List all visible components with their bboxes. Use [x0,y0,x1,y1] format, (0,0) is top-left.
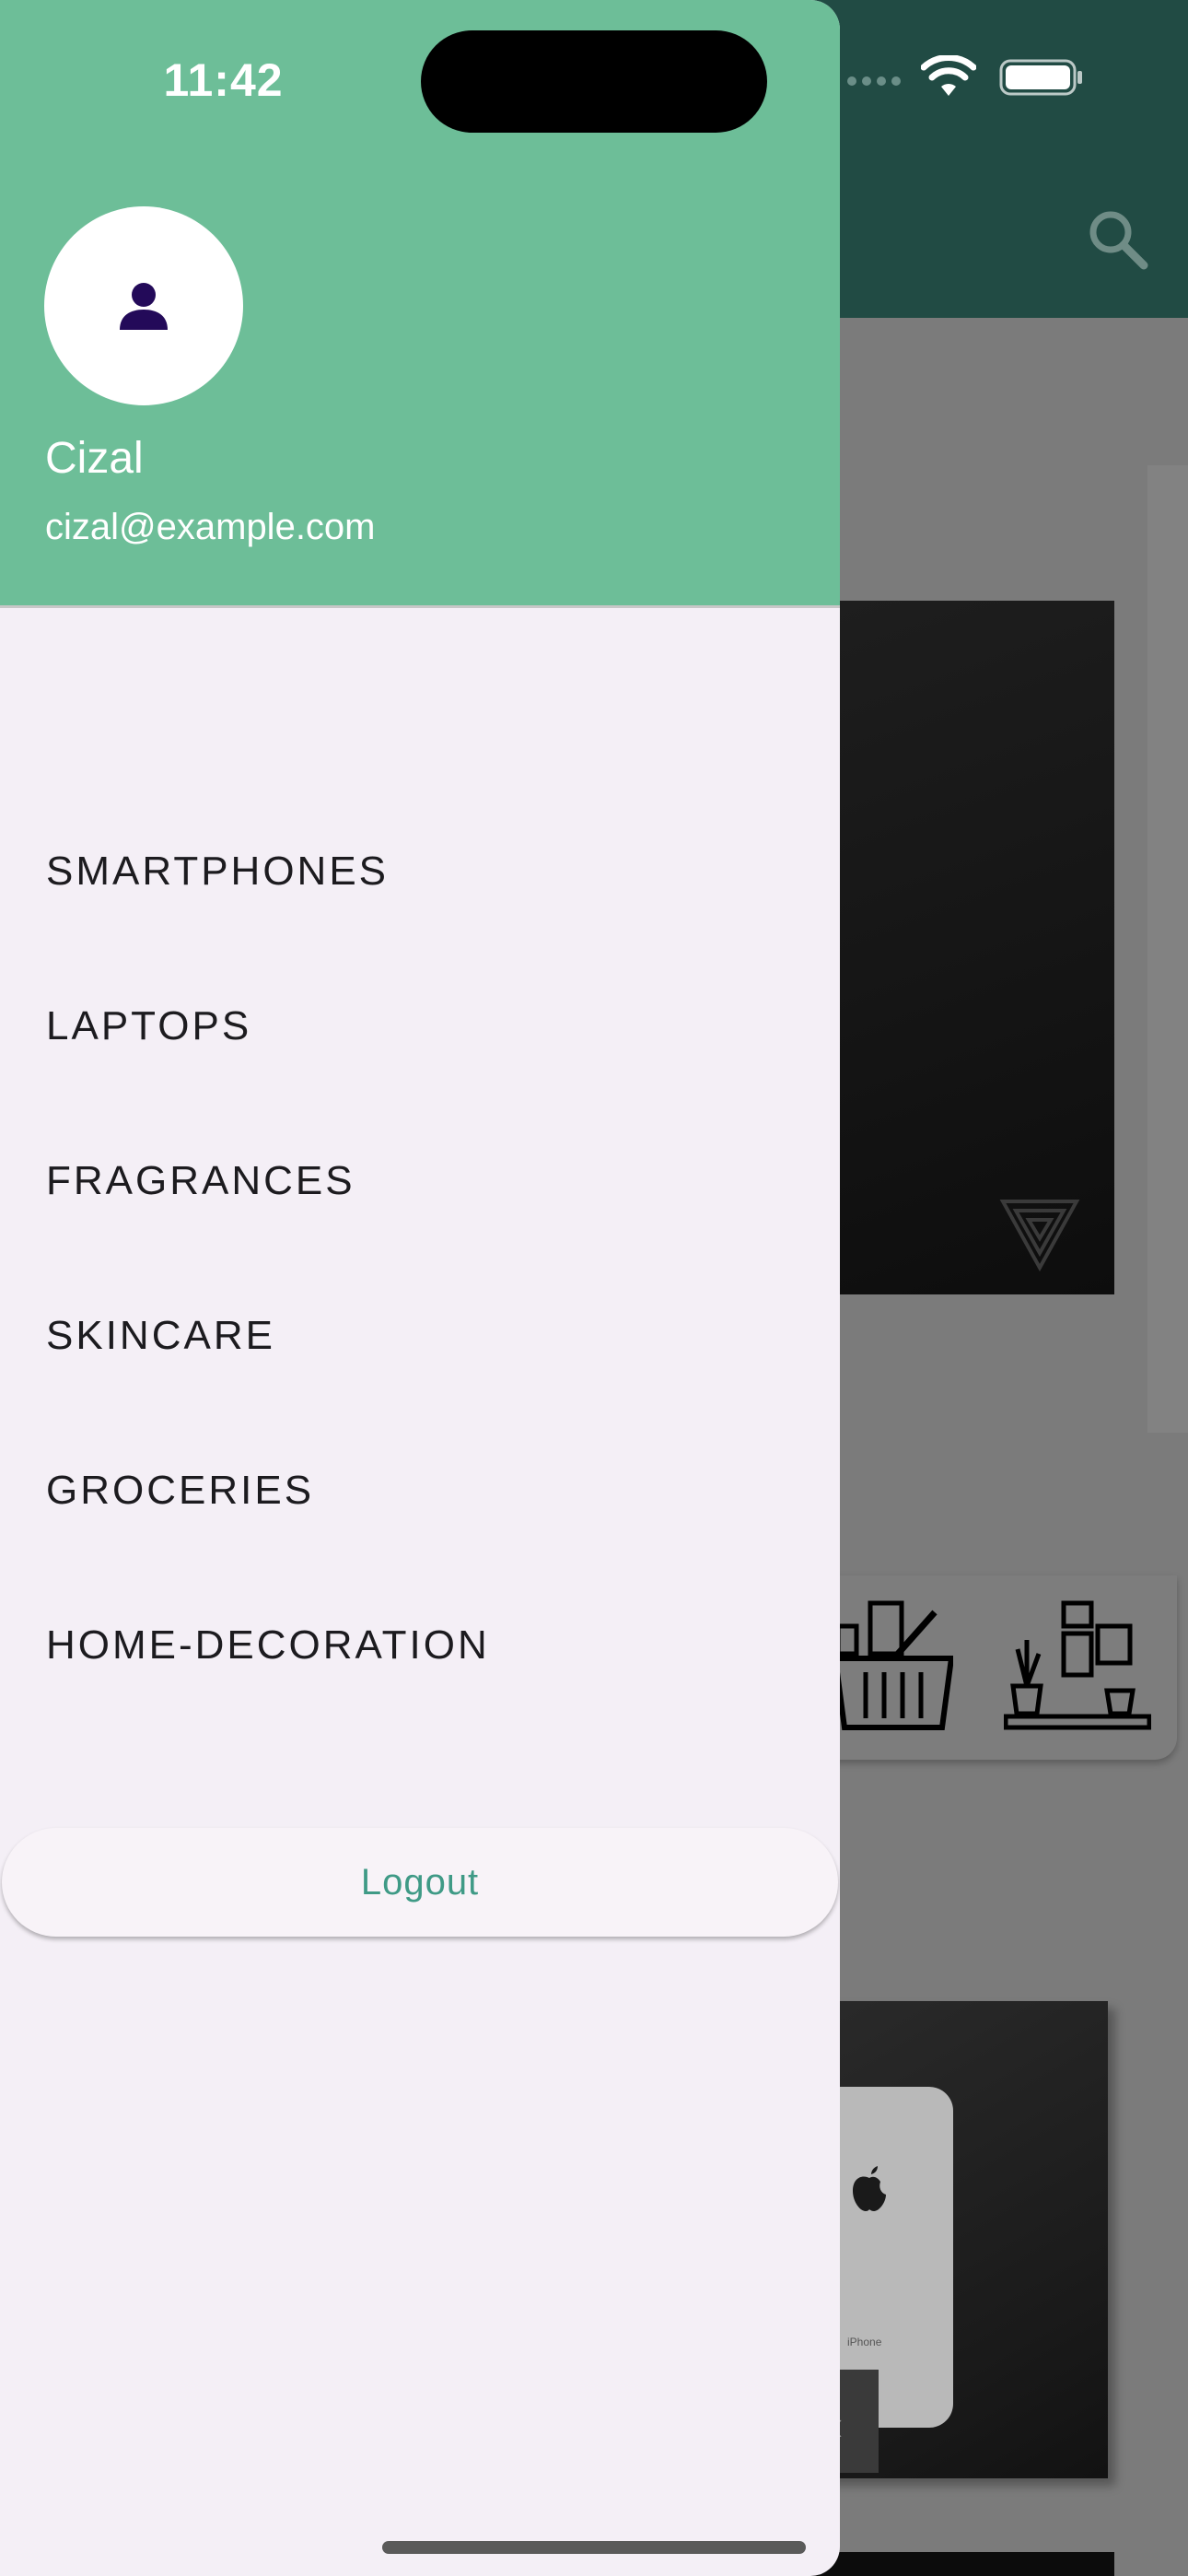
phone-mockup-text: iPhone [847,2336,882,2348]
user-name: Cizal [45,434,144,483]
menu-item-groceries[interactable]: GROCERIES [0,1422,840,1560]
menu-item-label: LAPTOPS [46,1003,252,1048]
battery-icon [999,59,1082,96]
home-decoration-icon[interactable] [1004,1598,1151,1737]
navigation-drawer: 11:42 Cizal cizal@example.com SMARTPHONE… [0,0,840,2576]
menu-item-label: FRAGRANCES [46,1158,355,1203]
apple-logo-icon [853,2166,886,2211]
product-image-next [810,2552,1114,2576]
status-time: 11:42 [163,54,284,106]
menu-item-label: SKINCARE [46,1313,275,1358]
logout-button[interactable]: Logout [2,1828,838,1937]
menu-item-home-decoration[interactable]: HOME-DECORATION [0,1576,840,1715]
menu-item-label: HOME-DECORATION [46,1622,490,1668]
brand-logo-icon [999,1200,1080,1271]
dynamic-island [421,30,767,133]
home-indicator[interactable] [382,2541,806,2554]
menu-item-laptops[interactable]: LAPTOPS [0,957,840,1095]
user-email: cizal@example.com [45,507,376,547]
menu-item-label: SMARTPHONES [46,849,390,894]
menu-item-smartphones[interactable]: SMARTPHONES [0,802,840,941]
menu-item-skincare[interactable]: SKINCARE [0,1267,840,1405]
banner-card [1147,465,1188,1433]
wifi-icon [921,55,976,96]
avatar[interactable] [44,206,243,405]
menu-item-fragrances[interactable]: FRAGRANCES [0,1112,840,1250]
drawer-header: 11:42 Cizal cizal@example.com [0,0,840,608]
person-icon [120,283,168,330]
banner-image[interactable] [810,601,1114,1294]
status-bar-right [829,55,1188,101]
search-icon[interactable] [1085,206,1151,273]
grocery-basket-icon[interactable] [833,1598,953,1737]
signal-icon [847,74,906,90]
menu-item-label: GROCERIES [46,1468,315,1513]
